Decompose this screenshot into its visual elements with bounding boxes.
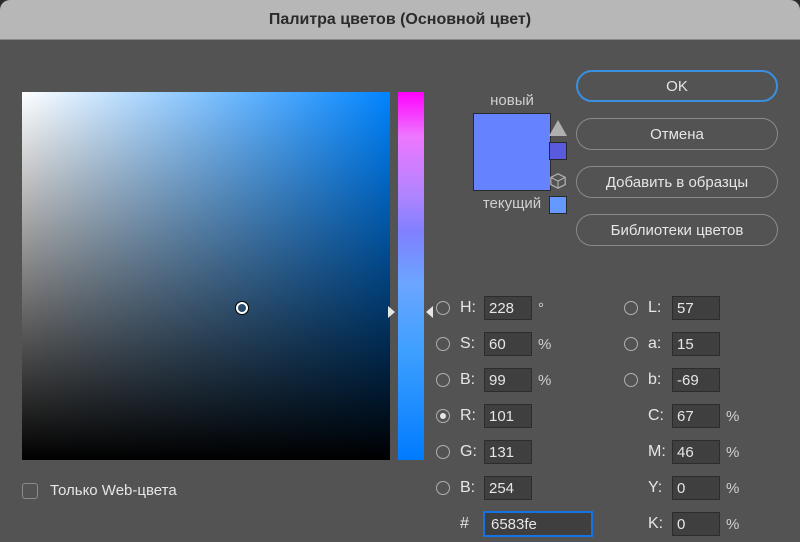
input-g[interactable] bbox=[484, 440, 532, 464]
radio-h[interactable] bbox=[436, 301, 450, 315]
gamut-warning-swatch[interactable] bbox=[549, 142, 567, 160]
dialog-body: новый текущий OK Отмена Добавить в образ… bbox=[0, 40, 800, 542]
unit-s: % bbox=[538, 336, 558, 353]
label-c: C: bbox=[648, 407, 672, 425]
hue-slider[interactable] bbox=[398, 92, 424, 460]
ok-button[interactable]: OK bbox=[576, 70, 778, 102]
color-picker-dialog: Палитра цветов (Основной цвет) новый тек… bbox=[0, 0, 800, 542]
new-color-swatch bbox=[473, 113, 551, 191]
radio-rgb-b[interactable] bbox=[436, 481, 450, 495]
label-y: Y: bbox=[648, 479, 672, 497]
label-lab-b: b: bbox=[648, 371, 672, 389]
label-s: S: bbox=[460, 335, 484, 353]
input-a[interactable] bbox=[672, 332, 720, 356]
input-hsb-b[interactable] bbox=[484, 368, 532, 392]
hue-thumb-right[interactable] bbox=[426, 306, 433, 318]
input-m[interactable] bbox=[672, 440, 720, 464]
unit-y: % bbox=[726, 480, 746, 497]
input-rgb-b[interactable] bbox=[484, 476, 532, 500]
radio-lab-b[interactable] bbox=[624, 373, 638, 387]
label-l: L: bbox=[648, 299, 672, 317]
label-a: a: bbox=[648, 335, 672, 353]
label-g: G: bbox=[460, 443, 484, 461]
radio-hsb-b[interactable] bbox=[436, 373, 450, 387]
web-colors-label: Только Web-цвета bbox=[50, 482, 177, 499]
input-r[interactable] bbox=[484, 404, 532, 428]
dialog-buttons: OK Отмена Добавить в образцы Библиотеки … bbox=[576, 70, 778, 262]
input-s[interactable] bbox=[484, 332, 532, 356]
input-lab-b[interactable] bbox=[672, 368, 720, 392]
color-libraries-button[interactable]: Библиотеки цветов bbox=[576, 214, 778, 246]
input-k[interactable] bbox=[672, 512, 720, 536]
label-m: M: bbox=[648, 443, 672, 461]
web-safe-warning-icon[interactable] bbox=[549, 172, 567, 190]
label-rgb-b: B: bbox=[460, 479, 484, 497]
web-colors-checkbox[interactable] bbox=[22, 483, 38, 499]
sv-cursor[interactable] bbox=[236, 302, 248, 314]
input-h[interactable] bbox=[484, 296, 532, 320]
label-hsb-b: B: bbox=[460, 371, 484, 389]
input-c[interactable] bbox=[672, 404, 720, 428]
web-safe-swatch[interactable] bbox=[549, 196, 567, 214]
color-fields-right: L: a: b: C: % bbox=[624, 290, 794, 542]
radio-r[interactable] bbox=[436, 409, 450, 423]
label-h: H: bbox=[460, 299, 484, 317]
unit-hsb-b: % bbox=[538, 372, 558, 389]
dialog-title: Палитра цветов (Основной цвет) bbox=[0, 0, 800, 40]
unit-c: % bbox=[726, 408, 746, 425]
hex-label: # bbox=[460, 515, 484, 533]
unit-k: % bbox=[726, 516, 746, 533]
cancel-button[interactable]: Отмена bbox=[576, 118, 778, 150]
input-y[interactable] bbox=[672, 476, 720, 500]
radio-s[interactable] bbox=[436, 337, 450, 351]
unit-m: % bbox=[726, 444, 746, 461]
new-color-label: новый bbox=[452, 92, 572, 109]
radio-a[interactable] bbox=[624, 337, 638, 351]
unit-h: ° bbox=[538, 300, 558, 317]
label-k: K: bbox=[648, 515, 672, 533]
saturation-brightness-field[interactable] bbox=[22, 92, 390, 460]
gamut-warning-icon[interactable] bbox=[549, 120, 567, 136]
label-r: R: bbox=[460, 407, 484, 425]
input-hex[interactable] bbox=[484, 512, 592, 536]
hue-thumb-left[interactable] bbox=[388, 306, 395, 318]
radio-g[interactable] bbox=[436, 445, 450, 459]
add-to-swatches-button[interactable]: Добавить в образцы bbox=[576, 166, 778, 198]
web-colors-only: Только Web-цвета bbox=[22, 482, 177, 499]
warning-column bbox=[547, 120, 571, 226]
input-l[interactable] bbox=[672, 296, 720, 320]
radio-l[interactable] bbox=[624, 301, 638, 315]
